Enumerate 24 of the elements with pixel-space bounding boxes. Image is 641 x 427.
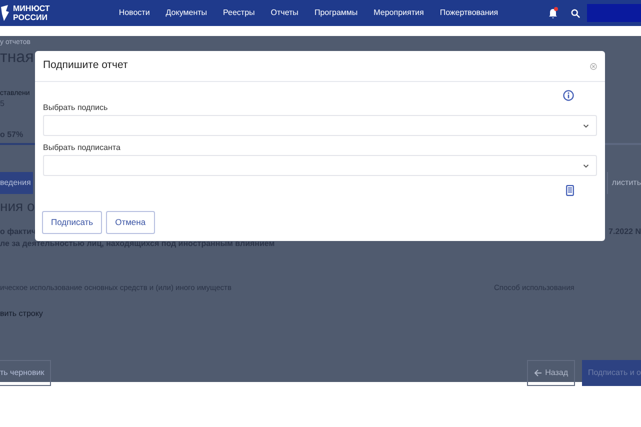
nav-link[interactable]: Программы <box>306 7 366 19</box>
nav-link[interactable]: Отчеты <box>262 7 306 19</box>
nav-link[interactable]: Мероприятия <box>366 7 432 19</box>
dialog-button[interactable]: Отмена <box>106 211 155 234</box>
dialog-button[interactable]: Подписать <box>42 211 102 234</box>
dialog-title: Подпишите отчет <box>43 58 128 74</box>
select-field[interactable] <box>43 155 597 176</box>
field-label: Выбрать подписанта <box>43 142 122 153</box>
document-icon[interactable] <box>566 185 574 196</box>
field-label: Выбрать подпись <box>43 102 109 113</box>
save-draft-button[interactable]: ть черновик <box>0 360 52 386</box>
nav-link[interactable]: Документы <box>158 7 216 19</box>
select-field[interactable] <box>43 115 597 136</box>
search-icon[interactable] <box>571 8 580 18</box>
nav-link[interactable]: Пожертвования <box>432 7 506 19</box>
nav-link[interactable]: Реестры <box>215 7 263 19</box>
chevron-down-icon <box>583 124 589 128</box>
chevron-down-icon <box>583 164 589 168</box>
logo-text[interactable]: МИНЮСТ РОССИИ <box>13 4 50 22</box>
section-tab[interactable]: ведения <box>0 172 33 194</box>
info-icon[interactable] <box>563 90 574 101</box>
arrow-left-icon <box>534 369 542 377</box>
bell-icon[interactable] <box>548 8 558 18</box>
nav-link[interactable]: Новости <box>110 7 158 19</box>
